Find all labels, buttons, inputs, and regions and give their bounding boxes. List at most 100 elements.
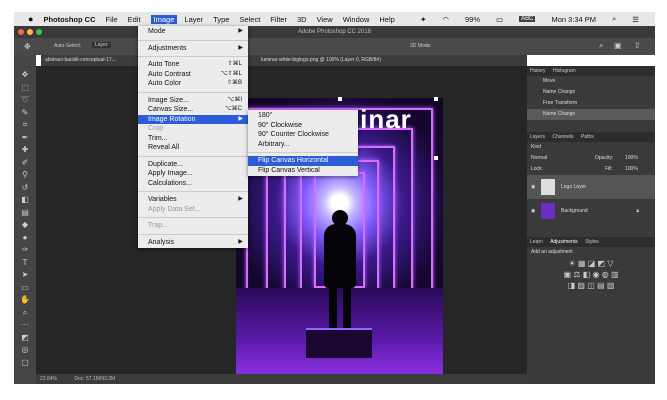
menu-item-adjustments[interactable]: Adjustments ▶ (138, 44, 248, 54)
exposure-icon[interactable]: ◩ (598, 259, 606, 268)
doc-size[interactable]: Doc: 57.1M/93.2M (74, 376, 115, 382)
tab-learn[interactable]: Learn (530, 239, 543, 245)
battery-icon[interactable]: ▭ (496, 15, 503, 24)
screen-mode-icon[interactable]: ▢ (14, 357, 36, 370)
lasso-tool-icon[interactable]: ➰ (14, 94, 36, 107)
rotation-item-180[interactable]: 180° (248, 111, 358, 121)
apple-icon[interactable]: ● (28, 14, 33, 24)
brightness-icon[interactable]: ☀ (569, 259, 576, 268)
quick-select-icon[interactable]: ✎ (14, 107, 36, 120)
wifi-icon[interactable]: ◠ (442, 15, 449, 24)
workspace-icon[interactable]: ▣ (614, 41, 622, 50)
menu-edit[interactable]: Edit (128, 15, 141, 24)
gradient-map-icon[interactable]: ▤ (597, 281, 605, 290)
gradient-tool-icon[interactable]: ▤ (14, 207, 36, 220)
search-icon[interactable]: ⌕ (599, 41, 603, 51)
curves-icon[interactable]: ◪ (588, 259, 596, 268)
dodge-tool-icon[interactable]: ● (14, 232, 36, 245)
levels-icon[interactable]: ▦ (578, 259, 586, 268)
zoom-level[interactable]: 22.64% (40, 376, 57, 382)
zoom-tool-icon[interactable]: ⌕ (14, 307, 36, 320)
path-select-icon[interactable]: ➤ (14, 269, 36, 282)
blend-mode-select[interactable]: Normal (531, 155, 547, 161)
menu-item-image-size[interactable]: Image Size... ⌥⌘I (138, 96, 248, 106)
tab-layers[interactable]: Layers (530, 134, 545, 140)
menu-item-variables[interactable]: Variables ▶ (138, 195, 248, 205)
tab-channels[interactable]: Channels (552, 134, 573, 140)
rotation-item-flip-canvas-horizontal[interactable]: Flip Canvas Horizontal (248, 156, 358, 166)
history-brush-icon[interactable]: ↺ (14, 182, 36, 195)
auto-select-checkbox[interactable]: Auto-Select: (54, 43, 81, 49)
layer-background[interactable]: ◉ Background 🔒︎ (527, 199, 655, 223)
tab-history[interactable]: History (530, 68, 546, 74)
input-source[interactable]: ABC (519, 16, 536, 22)
healing-brush-icon[interactable]: ✚ (14, 144, 36, 157)
bw-icon[interactable]: ◧ (583, 270, 591, 279)
menu-image[interactable]: Image (150, 14, 178, 24)
share-icon[interactable]: ⇧ (634, 41, 641, 50)
history-item[interactable]: Name Change (527, 87, 655, 98)
brush-tool-icon[interactable]: ✐ (14, 157, 36, 170)
menu-help[interactable]: Help (379, 15, 394, 24)
tab-histogram[interactable]: Histogram (553, 68, 576, 74)
hue-icon[interactable]: ▣ (564, 270, 572, 279)
photo-filter-icon[interactable]: ◉ (593, 270, 600, 279)
history-item-selected[interactable]: Name Change (527, 109, 655, 120)
layer-logo[interactable]: ◉ Logo Layer (527, 175, 655, 199)
menu-select[interactable]: Select (239, 15, 260, 24)
shape-tool-icon[interactable]: ▭ (14, 282, 36, 295)
layer-name[interactable]: Background (561, 208, 588, 214)
menu-item-auto-tone[interactable]: Auto Tone ⇧⌘L (138, 60, 248, 70)
menu-window[interactable]: Window (343, 15, 370, 24)
menu-item-reveal-all[interactable]: Reveal All (138, 143, 248, 153)
blur-tool-icon[interactable]: ◆ (14, 219, 36, 232)
menu-list-icon[interactable]: ☰ (632, 15, 639, 24)
pen-tool-icon[interactable]: ✑ (14, 244, 36, 257)
tab-luminar[interactable]: luminar-white-biglogo.png @ 100% (Layer … (261, 55, 381, 66)
menu-item-analysis[interactable]: Analysis ▶ (138, 238, 248, 248)
invert-icon[interactable]: ◨ (568, 281, 576, 290)
visibility-eye-icon[interactable]: ◉ (531, 175, 535, 199)
maximize-icon[interactable] (36, 29, 42, 35)
close-icon[interactable] (18, 29, 24, 35)
selective-color-icon[interactable]: ▧ (607, 281, 615, 290)
stamp-tool-icon[interactable]: ⚲ (14, 169, 36, 182)
color-swatches-icon[interactable]: ◩ (14, 332, 36, 345)
tab-paths[interactable]: Paths (581, 134, 594, 140)
type-tool-icon[interactable]: T (14, 257, 36, 270)
menu-3d[interactable]: 3D (297, 15, 307, 24)
layer-name[interactable]: Logo Layer (561, 184, 586, 190)
clock[interactable]: Mon 3:34 PM (551, 15, 596, 24)
menu-item-duplicate[interactable]: Duplicate... (138, 160, 248, 170)
menu-item-canvas-size[interactable]: Canvas Size... ⌥⌘C (138, 105, 248, 115)
balance-icon[interactable]: ⚖ (573, 270, 580, 279)
menu-layer[interactable]: Layer (184, 15, 203, 24)
visibility-eye-icon[interactable]: ◉ (531, 199, 535, 223)
eyedropper-icon[interactable]: ✒ (14, 132, 36, 145)
transform-handle[interactable] (434, 156, 438, 160)
search-icon[interactable]: ⌕ (612, 14, 616, 24)
rotation-item-90-clockwise[interactable]: 90° Clockwise (248, 121, 358, 131)
move-tool-icon[interactable]: ✥ (24, 42, 31, 51)
menu-item-auto-color[interactable]: Auto Color ⇧⌘B (138, 79, 248, 89)
fill-value[interactable]: 100% (625, 164, 638, 175)
layer-select[interactable]: Layer (92, 42, 111, 48)
crop-tool-icon[interactable]: ⌗ (14, 119, 36, 132)
rotation-item-90-counter-clockwise[interactable]: 90° Counter Clockwise (248, 130, 358, 140)
dropbox-icon[interactable]: ✦ (420, 15, 426, 24)
menu-filter[interactable]: Filter (270, 15, 287, 24)
rotation-item-flip-canvas-vertical[interactable]: Flip Canvas Vertical (248, 166, 358, 176)
vibrance-icon[interactable]: ▽ (607, 259, 613, 268)
rotation-item-arbitrary[interactable]: Arbitrary... (248, 140, 358, 150)
quick-mask-icon[interactable]: ◎ (14, 344, 36, 357)
move-tool-icon[interactable]: ✥ (14, 69, 36, 82)
more-tools-icon[interactable]: ··· (14, 319, 36, 332)
hand-tool-icon[interactable]: ✋ (14, 294, 36, 307)
tab-styles[interactable]: Styles (585, 239, 599, 245)
tab-abstract[interactable]: abstract-backlit-conceptual-17... (45, 57, 116, 63)
menu-item-auto-contrast[interactable]: Auto Contrast ⌥⇧⌘L (138, 70, 248, 80)
channel-mixer-icon[interactable]: ◍ (602, 270, 609, 279)
menu-item-apply-image[interactable]: Apply Image... (138, 169, 248, 179)
menu-view[interactable]: View (317, 15, 333, 24)
transform-handle[interactable] (434, 97, 438, 101)
